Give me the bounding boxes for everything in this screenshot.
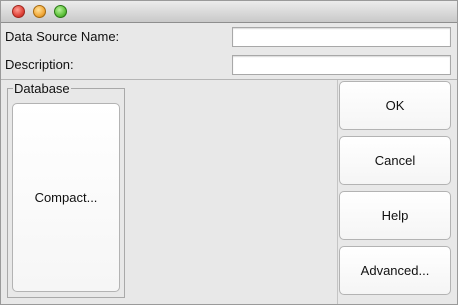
close-window-icon[interactable] <box>12 5 25 18</box>
database-group-legend: Database <box>13 81 71 96</box>
description-input[interactable] <box>232 55 451 75</box>
data-source-name-input[interactable] <box>232 27 451 47</box>
help-button[interactable]: Help <box>339 191 451 240</box>
data-source-name-label: Data Source Name: <box>5 29 120 44</box>
ok-button[interactable]: OK <box>339 81 451 130</box>
cancel-button[interactable]: Cancel <box>339 136 451 185</box>
odbc-setup-window: Data Source Name: Description: Database … <box>0 0 458 305</box>
advanced-button[interactable]: Advanced... <box>339 246 451 295</box>
title-bar[interactable] <box>1 1 457 23</box>
zoom-window-icon[interactable] <box>54 5 67 18</box>
description-label: Description: <box>5 57 74 72</box>
compact-button[interactable]: Compact... <box>12 103 120 292</box>
minimize-window-icon[interactable] <box>33 5 46 18</box>
